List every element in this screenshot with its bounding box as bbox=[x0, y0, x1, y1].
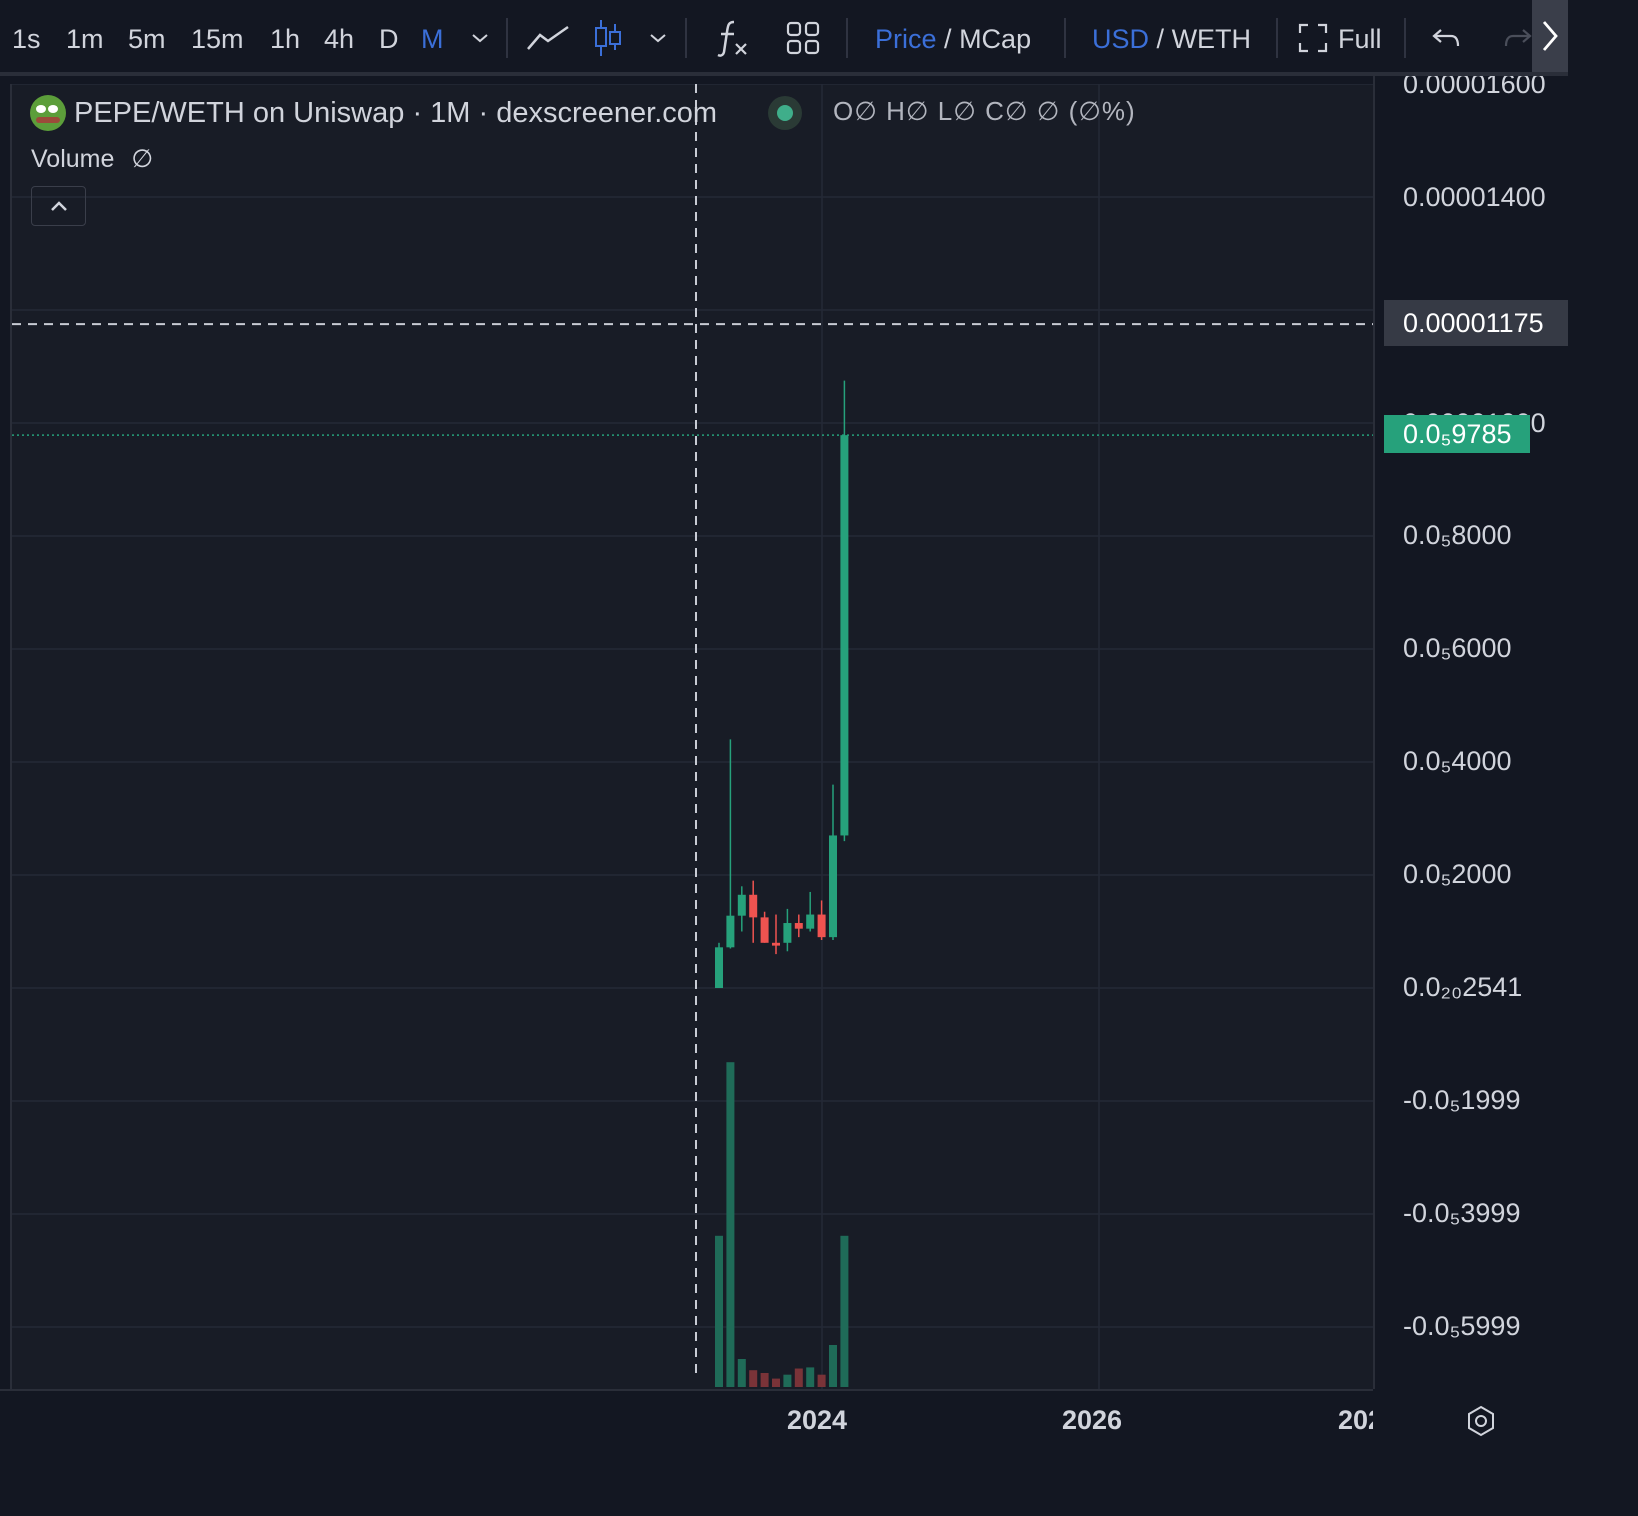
weth-option[interactable]: WETH bbox=[1172, 24, 1251, 54]
price-tick-label: 0.0₅4000 bbox=[1403, 746, 1512, 776]
time-tick-label: 2026 bbox=[1062, 1405, 1123, 1435]
candle-body bbox=[783, 923, 792, 943]
fullscreen-button-label[interactable]: Full bbox=[1338, 0, 1382, 76]
time-tick-label: 202 bbox=[1338, 1405, 1373, 1435]
volume-bar bbox=[715, 1235, 723, 1387]
toolbar-divider bbox=[1064, 18, 1066, 58]
volume-bar bbox=[749, 1370, 758, 1387]
collapse-legend-button[interactable] bbox=[31, 186, 86, 226]
price-tick-label: 0.00001400 bbox=[1403, 182, 1546, 212]
live-status-icon bbox=[768, 96, 802, 130]
indicators-icon[interactable] bbox=[710, 0, 754, 76]
volume-bar bbox=[772, 1378, 780, 1387]
volume-bar bbox=[760, 1373, 769, 1387]
interval-1m[interactable]: 1m bbox=[66, 0, 104, 76]
interval-d[interactable]: D bbox=[379, 0, 399, 76]
line-chart-icon[interactable] bbox=[524, 0, 572, 76]
pair-title: PEPE/WETH on Uniswap · 1M · dexscreener.… bbox=[74, 96, 718, 129]
toggle-separator: / bbox=[944, 24, 952, 54]
redo-icon[interactable] bbox=[1500, 0, 1536, 76]
price-tick-label: -0.0₅5999 bbox=[1403, 1311, 1521, 1341]
chevron-down-icon[interactable] bbox=[466, 0, 494, 76]
candle-body bbox=[737, 894, 746, 916]
volume-legend: Volume ∅ bbox=[31, 144, 153, 174]
interval-5m[interactable]: 5m bbox=[128, 0, 166, 76]
volume-bar bbox=[817, 1374, 826, 1387]
chart-pane[interactable] bbox=[10, 84, 1375, 1389]
chevron-right-icon bbox=[1542, 21, 1558, 51]
price-tick-label: 0.0₅6000 bbox=[1403, 633, 1512, 663]
time-scale[interactable]: 2024 2026 202 bbox=[0, 1389, 1373, 1451]
volume-label: Volume bbox=[31, 145, 115, 173]
price-tick-label: 0.0₅8000 bbox=[1403, 520, 1512, 550]
candle-body bbox=[817, 914, 826, 938]
volume-bar bbox=[783, 1374, 792, 1387]
candlestick-icon[interactable] bbox=[590, 0, 626, 76]
price-tick-label: 0.00001600 bbox=[1403, 76, 1546, 99]
usd-option[interactable]: USD bbox=[1092, 24, 1149, 54]
pepe-token-icon bbox=[30, 95, 66, 131]
price-scale[interactable]: 0.00001600 0.00001400 0.00001000 0.0₅800… bbox=[1373, 76, 1568, 1389]
volume-bar bbox=[737, 1359, 746, 1387]
layout-grid-icon[interactable] bbox=[782, 0, 824, 76]
toolbar-divider bbox=[1404, 18, 1406, 58]
crosshair-price-label: 0.00001175 bbox=[1384, 300, 1568, 346]
volume-bar bbox=[794, 1368, 803, 1387]
left-panel-edge bbox=[0, 84, 10, 1451]
toolbar-scroll-right-button[interactable] bbox=[1532, 0, 1568, 72]
interval-m[interactable]: M bbox=[421, 0, 444, 76]
interval-1h[interactable]: 1h bbox=[270, 0, 300, 76]
top-toolbar: 1s 1m 5m 15m 1h 4h D M Price / MCap USD … bbox=[0, 0, 1568, 76]
chart-settings-icon[interactable] bbox=[1462, 1402, 1500, 1440]
candle-body bbox=[829, 835, 837, 938]
volume-bar bbox=[829, 1345, 837, 1387]
toolbar-divider bbox=[846, 18, 848, 58]
candle-body bbox=[749, 894, 758, 918]
candle-body bbox=[760, 917, 769, 943]
toolbar-divider bbox=[1276, 18, 1278, 58]
mcap-option[interactable]: MCap bbox=[959, 24, 1031, 54]
interval-15m[interactable]: 15m bbox=[191, 0, 244, 76]
candle-body bbox=[806, 914, 815, 929]
toolbar-divider bbox=[506, 18, 508, 58]
price-tick-label: 0.0₅2000 bbox=[1403, 859, 1512, 889]
time-tick-label: 2024 bbox=[787, 1405, 848, 1435]
candle-body bbox=[726, 915, 735, 948]
candle-body bbox=[772, 942, 780, 946]
price-tick-label: -0.0₅3999 bbox=[1403, 1198, 1521, 1228]
price-option[interactable]: Price bbox=[875, 24, 937, 54]
toggle-separator: / bbox=[1156, 24, 1165, 54]
volume-bar bbox=[840, 1235, 849, 1387]
price-mcap-toggle[interactable]: Price / MCap bbox=[875, 0, 1031, 76]
candle-body bbox=[794, 923, 803, 929]
candle-body bbox=[840, 435, 849, 836]
toolbar-divider bbox=[685, 18, 687, 58]
chevron-up-icon bbox=[50, 201, 67, 211]
volume-bar bbox=[726, 1062, 735, 1387]
undo-icon[interactable] bbox=[1428, 0, 1464, 76]
interval-1s[interactable]: 1s bbox=[12, 0, 41, 76]
volume-value: ∅ bbox=[131, 145, 154, 173]
last-price-label: 0.0₅9785 bbox=[1384, 415, 1530, 453]
chart-type-dropdown-icon[interactable] bbox=[644, 0, 672, 76]
ohlc-values: O∅ H∅ L∅ C∅ ∅ (∅%) bbox=[833, 96, 1136, 126]
interval-4h[interactable]: 4h bbox=[324, 0, 354, 76]
price-tick-label: -0.0₅1999 bbox=[1403, 1085, 1521, 1115]
candle-body bbox=[715, 947, 723, 988]
chart-legend: PEPE/WETH on Uniswap · 1M · dexscreener.… bbox=[30, 93, 717, 133]
currency-toggle[interactable]: USD / WETH bbox=[1092, 0, 1251, 76]
price-tick-label: 0.0₂₀2541 bbox=[1403, 972, 1523, 1002]
fullscreen-icon[interactable] bbox=[1296, 0, 1330, 76]
volume-bar bbox=[806, 1367, 815, 1387]
candlestick-chart[interactable] bbox=[12, 84, 1375, 1389]
